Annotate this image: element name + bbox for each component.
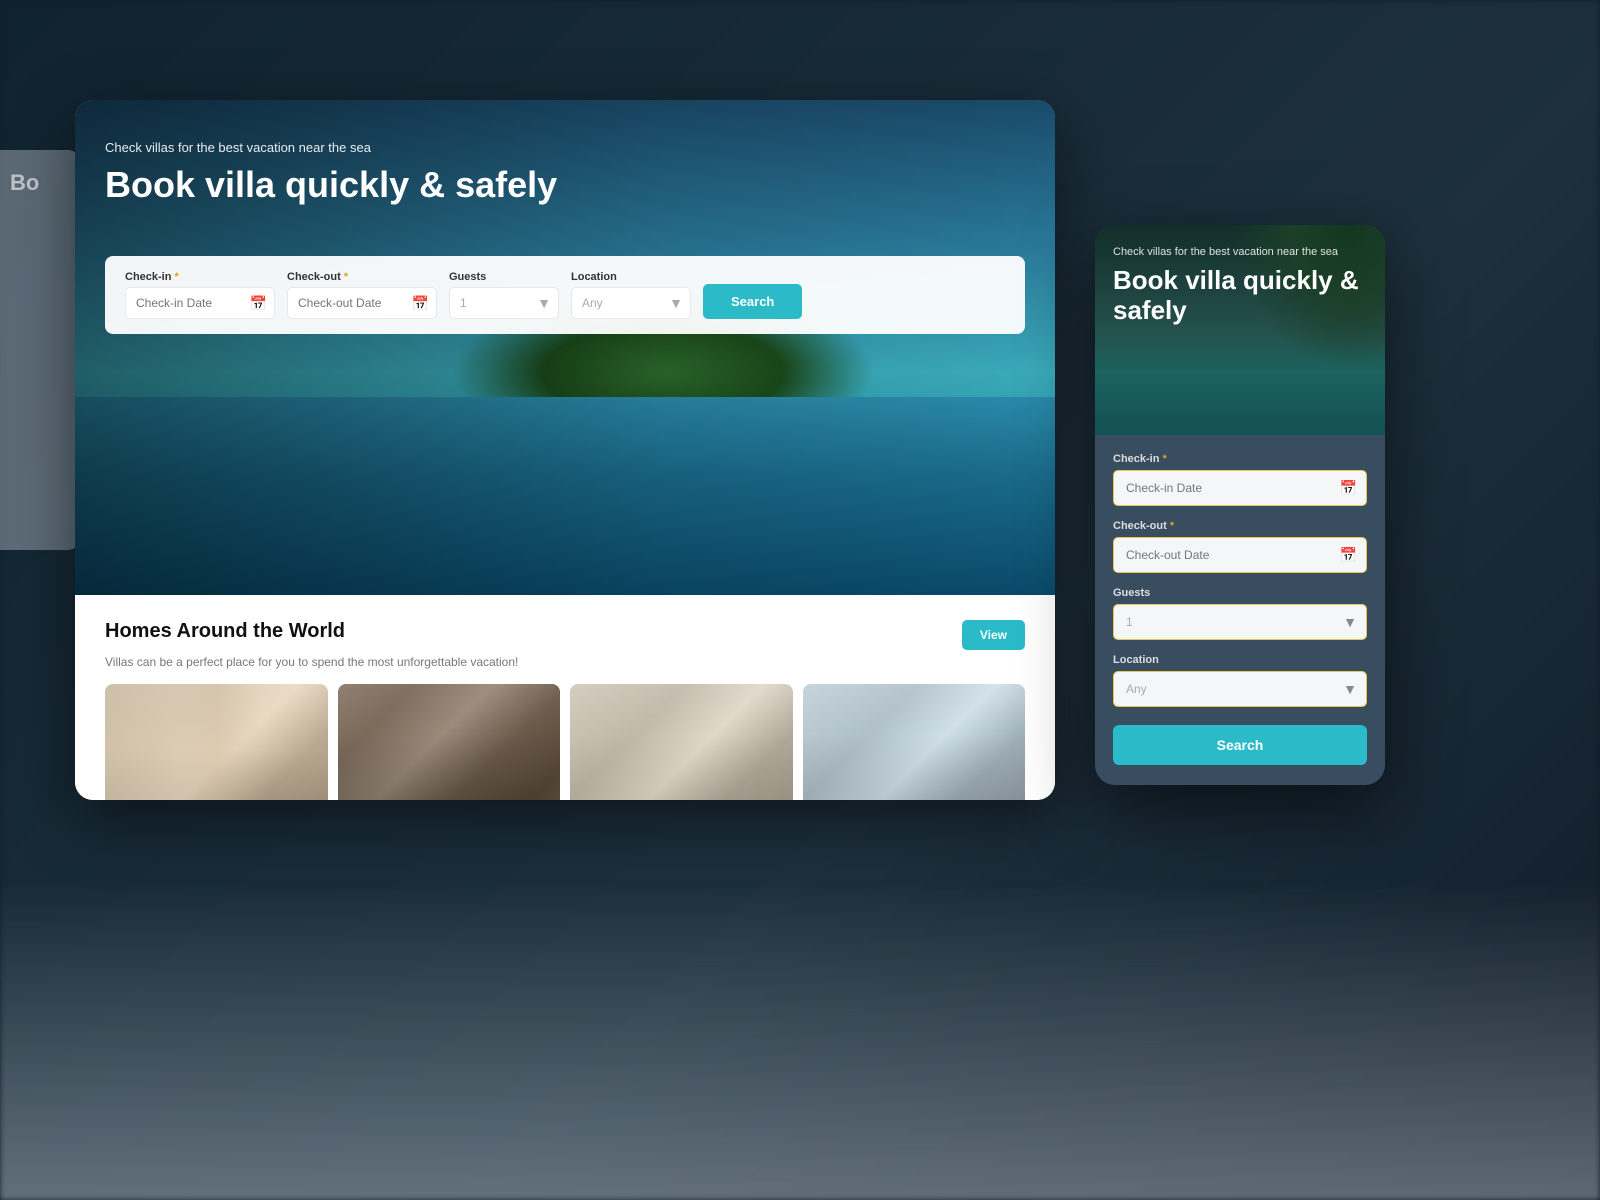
checkout-label: Check-out * [287, 271, 437, 283]
mobile-checkin-label: Check-in * [1113, 453, 1367, 465]
location-select-wrap: Any Maldives France Trance ▼ [571, 287, 691, 319]
mobile-hero-subtitle: Check villas for the best vacation near … [1113, 245, 1367, 260]
home-card-1[interactable]: Maldives [105, 684, 328, 800]
mobile-card: Check villas for the best vacation near … [1095, 225, 1385, 785]
hero-content: Check villas for the best vacation near … [75, 100, 1055, 256]
mobile-guests-select[interactable]: 1 2 3 4+ [1113, 604, 1367, 640]
location-select[interactable]: Any Maldives France Trance [571, 287, 691, 319]
mobile-location-field: Location Any Maldives France Trance ▼ [1113, 654, 1367, 707]
hero-section: Check villas for the best vacation near … [75, 100, 1055, 595]
mobile-checkin-field: Check-in * 📅 [1113, 453, 1367, 506]
mobile-checkout-input[interactable] [1113, 537, 1367, 573]
left-card-text: Bo [10, 170, 70, 196]
mobile-location-select[interactable]: Any Maldives France Trance [1113, 671, 1367, 707]
homes-description: Villas can be a perfect place for you to… [105, 655, 1025, 669]
hero-subtitle: Check villas for the best vacation near … [105, 140, 1025, 155]
checkin-input-wrap: 📅 [125, 287, 275, 319]
guests-field: Guests 1 2 3 4+ ▼ [449, 271, 559, 319]
location-label: Location [571, 271, 691, 283]
checkout-field: Check-out * 📅 [287, 271, 437, 319]
mobile-hero: Check villas for the best vacation near … [1095, 225, 1385, 435]
mobile-checkin-wrap: 📅 [1113, 470, 1367, 506]
checkout-input[interactable] [287, 287, 437, 319]
search-button[interactable]: Search [703, 284, 802, 319]
hero-title: Book villa quickly & safely [105, 163, 1025, 206]
mobile-guests-field: Guests 1 2 3 4+ ▼ [1113, 587, 1367, 640]
mobile-guests-wrap: 1 2 3 4+ ▼ [1113, 604, 1367, 640]
checkout-input-wrap: 📅 [287, 287, 437, 319]
mobile-search-button[interactable]: Search [1113, 725, 1367, 765]
mobile-hero-title: Book villa quickly & safely [1113, 266, 1367, 326]
left-partial-card: Bo [0, 150, 80, 550]
homes-grid: Maldives Maldives France France [105, 684, 1025, 800]
mobile-checkin-input[interactable] [1113, 470, 1367, 506]
guests-select[interactable]: 1 2 3 4+ [449, 287, 559, 319]
bottom-blur-area [0, 880, 1600, 1200]
view-all-button[interactable]: View [962, 620, 1025, 650]
homes-section: Homes Around the World View Villas can b… [75, 595, 1055, 800]
home-card-2[interactable]: Maldives [338, 684, 561, 800]
checkin-field: Check-in * 📅 [125, 271, 275, 319]
home-card-3[interactable]: France [570, 684, 793, 800]
mobile-checkout-wrap: 📅 [1113, 537, 1367, 573]
homes-header: Homes Around the World View [105, 620, 1025, 650]
mobile-hero-content: Check villas for the best vacation near … [1095, 225, 1385, 341]
checkin-input[interactable] [125, 287, 275, 319]
guests-label: Guests [449, 271, 559, 283]
checkin-label: Check-in * [125, 271, 275, 283]
homes-title: Homes Around the World [105, 620, 345, 643]
mobile-guests-label: Guests [1113, 587, 1367, 599]
homes-header-text: Homes Around the World [105, 620, 345, 643]
mobile-location-wrap: Any Maldives France Trance ▼ [1113, 671, 1367, 707]
home-card-4[interactable]: France [803, 684, 1026, 800]
search-bar: Check-in * 📅 Check-out * 📅 [105, 256, 1025, 334]
mobile-checkout-field: Check-out * 📅 [1113, 520, 1367, 573]
desktop-card: Check villas for the best vacation near … [75, 100, 1055, 800]
guests-select-wrap: 1 2 3 4+ ▼ [449, 287, 559, 319]
mobile-location-label: Location [1113, 654, 1367, 666]
mobile-form: Check-in * 📅 Check-out * 📅 Guests [1095, 435, 1385, 785]
location-field: Location Any Maldives France Trance ▼ [571, 271, 691, 319]
mobile-checkout-label: Check-out * [1113, 520, 1367, 532]
